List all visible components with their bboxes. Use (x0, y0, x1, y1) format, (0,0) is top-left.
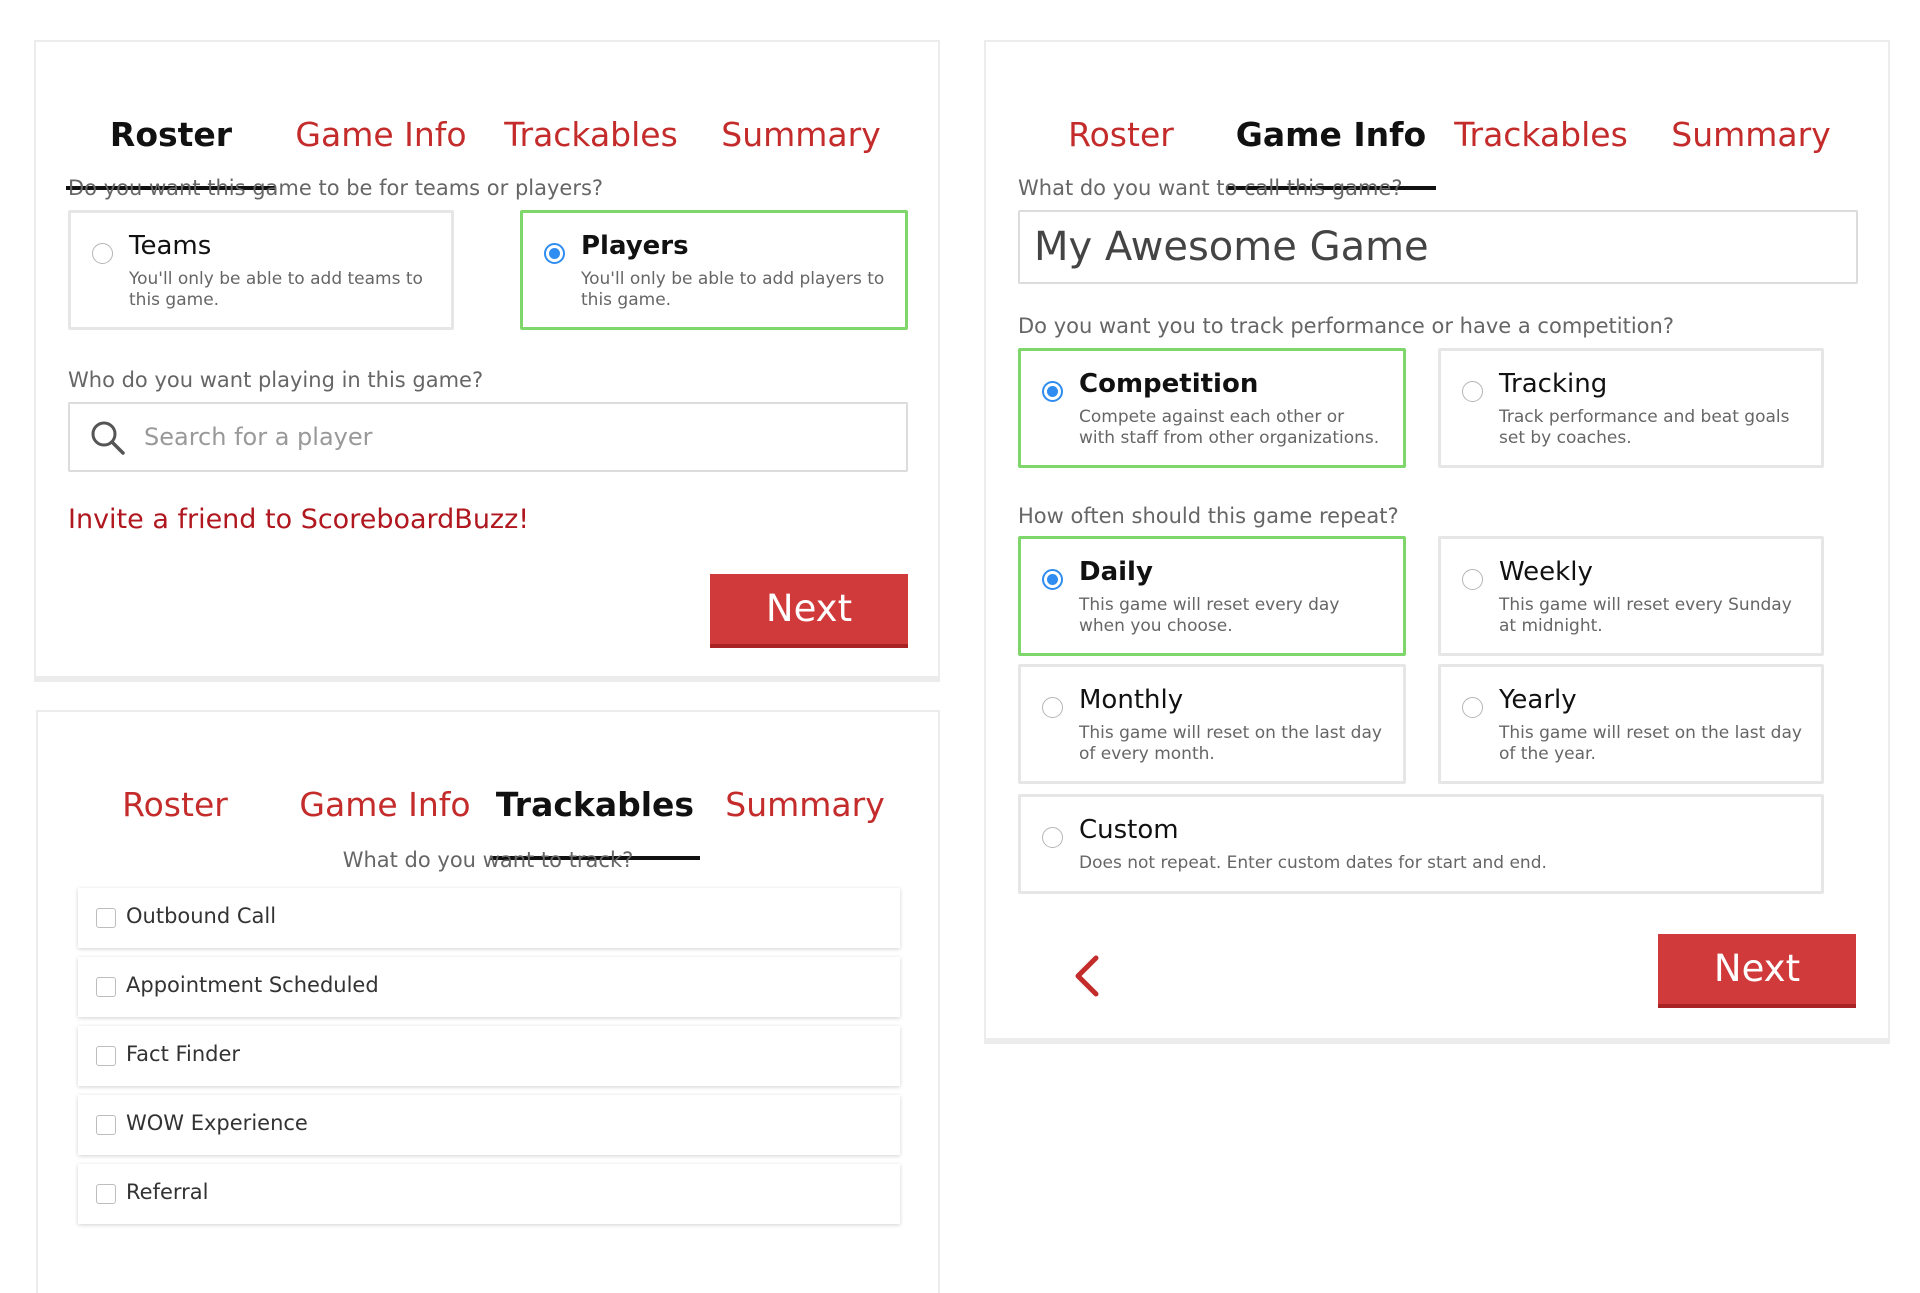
option-desc: This game will reset every day when you … (1079, 595, 1340, 636)
radio-tracking[interactable] (1462, 381, 1483, 402)
option-desc: This game will reset on the last day of … (1499, 723, 1802, 764)
tab-summary[interactable]: Summary (1646, 82, 1856, 190)
radio-teams[interactable] (92, 243, 113, 264)
trackable-item[interactable]: Appointment Scheduled (78, 957, 900, 1017)
question-players: Who do you want playing in this game? (68, 368, 484, 392)
radio-players[interactable] (544, 243, 565, 264)
option-monthly[interactable]: Monthly This game will reset on the last… (1018, 664, 1406, 784)
option-title: Competition (1079, 369, 1259, 399)
tab-trackables[interactable]: Trackables (1436, 82, 1646, 190)
trackable-item[interactable]: Fact Finder (78, 1026, 900, 1086)
option-desc: Track performance and beat goals set by … (1499, 407, 1790, 448)
checkbox[interactable] (96, 977, 116, 997)
tab-game-info[interactable]: Game Info (280, 752, 490, 860)
wizard-tabs: Roster Game Info Trackables Summary (70, 752, 906, 860)
option-daily[interactable]: Daily This game will reset every day whe… (1018, 536, 1406, 656)
option-competition[interactable]: Competition Compete against each other o… (1018, 348, 1406, 468)
option-custom[interactable]: Custom Does not repeat. Enter custom dat… (1018, 794, 1824, 894)
tab-roster[interactable]: Roster (66, 82, 276, 190)
option-desc: You'll only be able to add players to th… (581, 269, 885, 310)
trackable-label: WOW Experience (126, 1111, 308, 1135)
tab-roster[interactable]: Roster (1016, 82, 1226, 190)
option-title: Players (581, 231, 689, 261)
radio-custom[interactable] (1042, 827, 1063, 848)
trackable-label: Referral (126, 1180, 209, 1204)
option-title: Weekly (1499, 557, 1593, 587)
option-weekly[interactable]: Weekly This game will reset every Sunday… (1438, 536, 1824, 656)
option-desc: You'll only be able to add teams to this… (129, 269, 423, 310)
checkbox[interactable] (96, 1115, 116, 1135)
tab-summary[interactable]: Summary (700, 752, 910, 860)
roster-panel: Roster Game Info Trackables Summary Do y… (34, 40, 940, 682)
checkbox[interactable] (96, 1184, 116, 1204)
option-teams[interactable]: Teams You'll only be able to add teams t… (68, 210, 454, 330)
question-track: What do you want to track? (342, 848, 634, 872)
option-title: Yearly (1499, 685, 1577, 715)
next-button[interactable]: Next (710, 574, 908, 648)
trackable-item[interactable]: Referral (78, 1164, 900, 1224)
player-search[interactable] (68, 402, 908, 472)
radio-monthly[interactable] (1042, 697, 1063, 718)
tab-trackables[interactable]: Trackables (490, 752, 700, 860)
radio-weekly[interactable] (1462, 569, 1483, 590)
radio-daily[interactable] (1042, 569, 1063, 590)
radio-competition[interactable] (1042, 381, 1063, 402)
trackable-label: Outbound Call (126, 904, 277, 928)
search-input[interactable] (144, 414, 884, 460)
option-title: Tracking (1499, 369, 1608, 399)
question-repeat: How often should this game repeat? (1018, 504, 1399, 528)
question-type: Do you want this game to be for teams or… (68, 176, 604, 200)
chevron-left-icon[interactable] (1072, 954, 1102, 998)
option-desc: This game will reset every Sunday at mid… (1499, 595, 1792, 636)
question-mode: Do you want you to track performance or … (1018, 314, 1674, 338)
option-tracking[interactable]: Tracking Track performance and beat goal… (1438, 348, 1824, 468)
option-title: Custom (1079, 815, 1179, 845)
search-icon (91, 421, 125, 455)
question-name: What do you want to call this game? (1018, 176, 1403, 200)
option-desc: Compete against each other or with staff… (1079, 407, 1380, 448)
option-yearly[interactable]: Yearly This game will reset on the last … (1438, 664, 1824, 784)
tab-game-info[interactable]: Game Info (276, 82, 486, 190)
game-name-input[interactable] (1018, 210, 1858, 284)
option-title: Teams (129, 231, 212, 261)
checkbox[interactable] (96, 908, 116, 928)
option-desc: This game will reset on the last day of … (1079, 723, 1382, 764)
trackable-item[interactable]: WOW Experience (78, 1095, 900, 1155)
tab-summary[interactable]: Summary (696, 82, 906, 190)
game-info-panel: Roster Game Info Trackables Summary What… (984, 40, 1890, 1044)
tab-game-info[interactable]: Game Info (1226, 82, 1436, 190)
wizard-tabs: Roster Game Info Trackables Summary (66, 82, 908, 190)
trackable-item[interactable]: Outbound Call (78, 888, 900, 948)
tab-trackables[interactable]: Trackables (486, 82, 696, 190)
checkbox[interactable] (96, 1046, 116, 1066)
option-title: Monthly (1079, 685, 1184, 715)
option-title: Daily (1079, 557, 1153, 587)
invite-friend-link[interactable]: Invite a friend to ScoreboardBuzz! (68, 504, 529, 535)
trackables-panel: Roster Game Info Trackables Summary What… (36, 710, 940, 1293)
next-button[interactable]: Next (1658, 934, 1856, 1008)
trackable-label: Appointment Scheduled (126, 973, 379, 997)
wizard-tabs: Roster Game Info Trackables Summary (1016, 82, 1858, 190)
option-desc: Does not repeat. Enter custom dates for … (1079, 853, 1547, 873)
option-players[interactable]: Players You'll only be able to add playe… (520, 210, 908, 330)
trackable-label: Fact Finder (126, 1042, 241, 1066)
tab-roster[interactable]: Roster (70, 752, 280, 860)
radio-yearly[interactable] (1462, 697, 1483, 718)
